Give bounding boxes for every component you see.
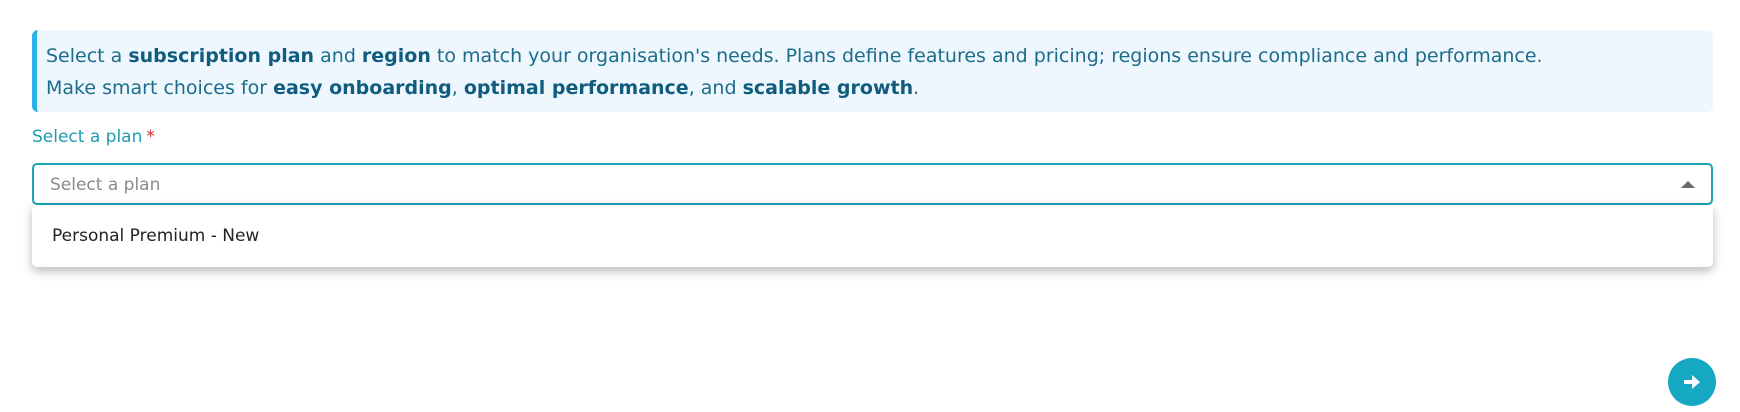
caret-up-icon[interactable] — [1681, 181, 1695, 188]
plan-dropdown-menu: Personal Premium - New — [32, 205, 1713, 267]
banner-highlight-scalable-growth: scalable growth — [742, 77, 914, 99]
banner-highlight-subscription-plan: subscription plan — [128, 45, 315, 67]
banner-text: , — [451, 77, 464, 99]
banner-text: , and — [688, 77, 743, 99]
banner-text: . — [913, 77, 920, 99]
banner-highlight-easy-onboarding: easy onboarding — [273, 77, 452, 99]
plan-field-label: Select a plan * — [32, 126, 155, 148]
next-button[interactable] — [1668, 358, 1716, 406]
plan-select[interactable]: Select a plan — [32, 163, 1713, 205]
plan-label-text: Select a plan — [32, 127, 143, 147]
banner-text: Make smart choices for — [46, 77, 274, 99]
info-banner-line-1: Select a subscription plan and region to… — [46, 40, 1713, 72]
banner-highlight-region: region — [361, 45, 431, 67]
arrow-right-icon — [1684, 375, 1700, 389]
banner-text: and — [314, 45, 362, 67]
info-banner: Select a subscription plan and region to… — [32, 30, 1713, 112]
banner-highlight-optimal-performance: optimal performance — [463, 77, 689, 99]
required-asterisk: * — [146, 127, 155, 147]
plan-option-personal-premium-new[interactable]: Personal Premium - New — [32, 205, 1713, 267]
banner-text: to match your organisation's needs. Plan… — [430, 45, 1543, 67]
plan-select-placeholder: Select a plan — [50, 175, 161, 195]
plan-selection-page: Select a subscription plan and region to… — [0, 0, 1740, 412]
banner-text: Select a — [46, 45, 129, 67]
info-banner-line-2: Make smart choices for easy onboarding , … — [46, 72, 1713, 104]
